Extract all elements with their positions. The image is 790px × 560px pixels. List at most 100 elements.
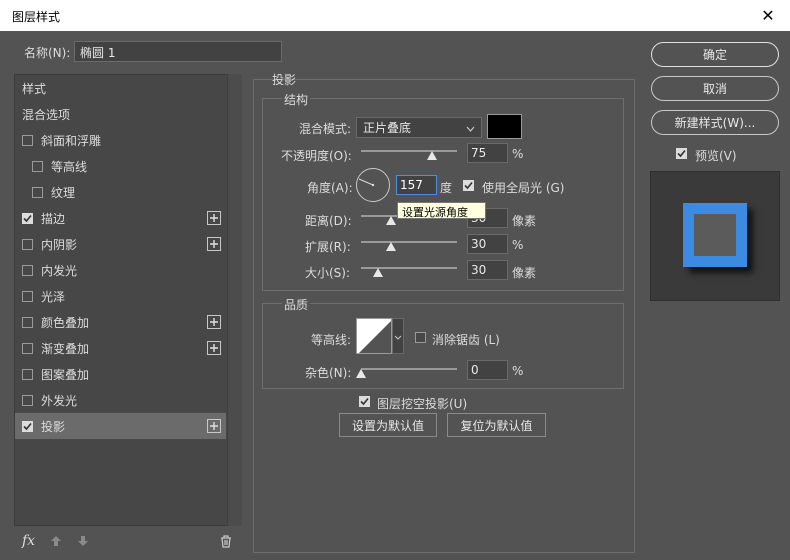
style-list-header[interactable]: 样式 <box>15 75 226 101</box>
add-effect-icon[interactable] <box>207 211 221 225</box>
opacity-slider-thumb[interactable] <box>427 151 437 160</box>
spread-input[interactable]: 30 <box>467 234 508 254</box>
title-bar: 图层样式 ✕ <box>0 0 790 31</box>
knockout-checkbox[interactable] <box>359 396 370 407</box>
contour-preview[interactable] <box>356 318 392 354</box>
style-item-2[interactable]: 纹理 <box>15 179 226 205</box>
style-item-3[interactable]: 描边 <box>15 205 226 231</box>
reset-default-button[interactable]: 复位为默认值 <box>447 413 546 437</box>
window-title: 图层样式 <box>12 10 61 24</box>
add-effect-icon[interactable] <box>207 419 221 433</box>
spread-unit: % <box>512 238 524 252</box>
preview-checkbox[interactable] <box>676 148 687 159</box>
chevron-down-icon <box>394 329 402 343</box>
style-item-label: 纹理 <box>51 185 76 200</box>
name-label: 名称(N): <box>24 46 71 60</box>
style-item-label: 图案叠加 <box>41 367 90 382</box>
style-item-checkbox[interactable] <box>22 212 33 224</box>
style-item-6[interactable]: 光泽 <box>15 283 226 309</box>
style-item-checkbox[interactable] <box>22 264 33 276</box>
style-item-checkbox[interactable] <box>32 186 43 198</box>
shadow-color-swatch[interactable] <box>487 114 522 139</box>
structure-title: 结构 <box>282 91 311 108</box>
size-input[interactable]: 30 <box>467 260 508 280</box>
style-item-label: 颜色叠加 <box>41 315 90 330</box>
use-global-light-checkbox[interactable] <box>463 180 474 191</box>
noise-slider-track[interactable] <box>361 368 457 370</box>
style-item-8[interactable]: 渐变叠加 <box>15 335 226 361</box>
knockout-label: 图层挖空投影(U) <box>377 397 468 411</box>
spread-slider-track[interactable] <box>361 241 457 243</box>
style-item-label: 描边 <box>41 211 66 226</box>
style-item-checkbox[interactable] <box>32 160 43 172</box>
blend-mode-select[interactable]: 正片叠底 <box>356 117 482 138</box>
style-list-scrollbar[interactable] <box>227 74 242 526</box>
size-label: 大小(S): <box>305 266 351 280</box>
style-item-11[interactable]: 投影 <box>15 413 226 439</box>
spread-slider-thumb[interactable] <box>386 242 396 251</box>
contour-label: 等高线: <box>311 333 352 347</box>
fx-icon[interactable]: fx <box>22 533 35 549</box>
spread-label: 扩展(R): <box>305 240 351 254</box>
style-item-1[interactable]: 等高线 <box>15 153 226 179</box>
style-item-checkbox[interactable] <box>22 290 33 302</box>
ok-button[interactable]: 确定 <box>651 42 779 67</box>
opacity-unit: % <box>512 147 524 161</box>
noise-slider-thumb[interactable] <box>356 369 366 378</box>
add-effect-icon[interactable] <box>207 315 221 329</box>
style-item-10[interactable]: 外发光 <box>15 387 226 413</box>
distance-slider-thumb[interactable] <box>386 216 396 225</box>
add-effect-icon[interactable] <box>207 341 221 355</box>
quality-title: 品质 <box>282 296 311 313</box>
style-item-4[interactable]: 内阴影 <box>15 231 226 257</box>
blend-options-item[interactable]: 混合选项 <box>15 101 226 127</box>
make-default-button[interactable]: 设置为默认值 <box>339 413 437 437</box>
noise-label: 杂色(N): <box>305 366 352 380</box>
new-style-button[interactable]: 新建样式(W)... <box>651 110 779 135</box>
style-item-7[interactable]: 颜色叠加 <box>15 309 226 335</box>
style-item-label: 斜面和浮雕 <box>41 133 102 148</box>
style-item-label: 外发光 <box>41 393 78 408</box>
distance-label: 距离(D): <box>305 214 352 228</box>
move-up-icon[interactable] <box>50 535 62 550</box>
style-item-label: 内发光 <box>41 263 78 278</box>
style-item-label: 光泽 <box>41 289 66 304</box>
style-item-5[interactable]: 内发光 <box>15 257 226 283</box>
style-item-checkbox[interactable] <box>22 342 33 354</box>
style-item-label: 投影 <box>41 419 66 434</box>
contour-dropdown[interactable] <box>392 318 404 354</box>
style-item-checkbox[interactable] <box>22 394 33 406</box>
name-input[interactable]: 椭圆 1 <box>74 41 282 62</box>
close-button[interactable]: ✕ <box>746 0 790 31</box>
noise-input[interactable]: 0 <box>467 360 508 380</box>
preview-fill-shape <box>694 214 736 256</box>
size-slider-thumb[interactable] <box>373 268 383 277</box>
preview-label: 预览(V) <box>695 149 737 163</box>
style-item-checkbox[interactable] <box>22 238 33 250</box>
cancel-button[interactable]: 取消 <box>651 76 779 101</box>
angle-tooltip: 设置光源角度 <box>397 202 486 219</box>
trash-icon[interactable] <box>220 535 232 551</box>
anti-alias-checkbox[interactable] <box>415 332 426 343</box>
angle-dial[interactable] <box>356 168 390 202</box>
style-item-0[interactable]: 斜面和浮雕 <box>15 127 226 153</box>
distance-unit: 像素 <box>512 214 537 228</box>
style-item-9[interactable]: 图案叠加 <box>15 361 226 387</box>
opacity-label: 不透明度(O): <box>281 149 352 163</box>
use-global-light-label: 使用全局光 (G) <box>482 181 565 195</box>
opacity-input[interactable]: 75 <box>467 143 508 163</box>
style-item-checkbox[interactable] <box>22 368 33 380</box>
move-down-icon[interactable] <box>77 535 89 550</box>
opacity-slider-track[interactable] <box>361 150 457 152</box>
add-effect-icon[interactable] <box>207 237 221 251</box>
blend-mode-label: 混合模式: <box>299 122 352 136</box>
style-item-checkbox[interactable] <box>22 420 33 432</box>
chevron-down-icon <box>466 121 475 135</box>
style-item-label: 等高线 <box>51 159 88 174</box>
angle-input[interactable]: 157 <box>396 175 437 195</box>
style-item-checkbox[interactable] <box>22 134 33 146</box>
angle-label: 角度(A): <box>307 181 353 195</box>
style-item-checkbox[interactable] <box>22 316 33 328</box>
style-item-label: 内阴影 <box>41 237 78 252</box>
section-title: 投影 <box>272 73 297 87</box>
